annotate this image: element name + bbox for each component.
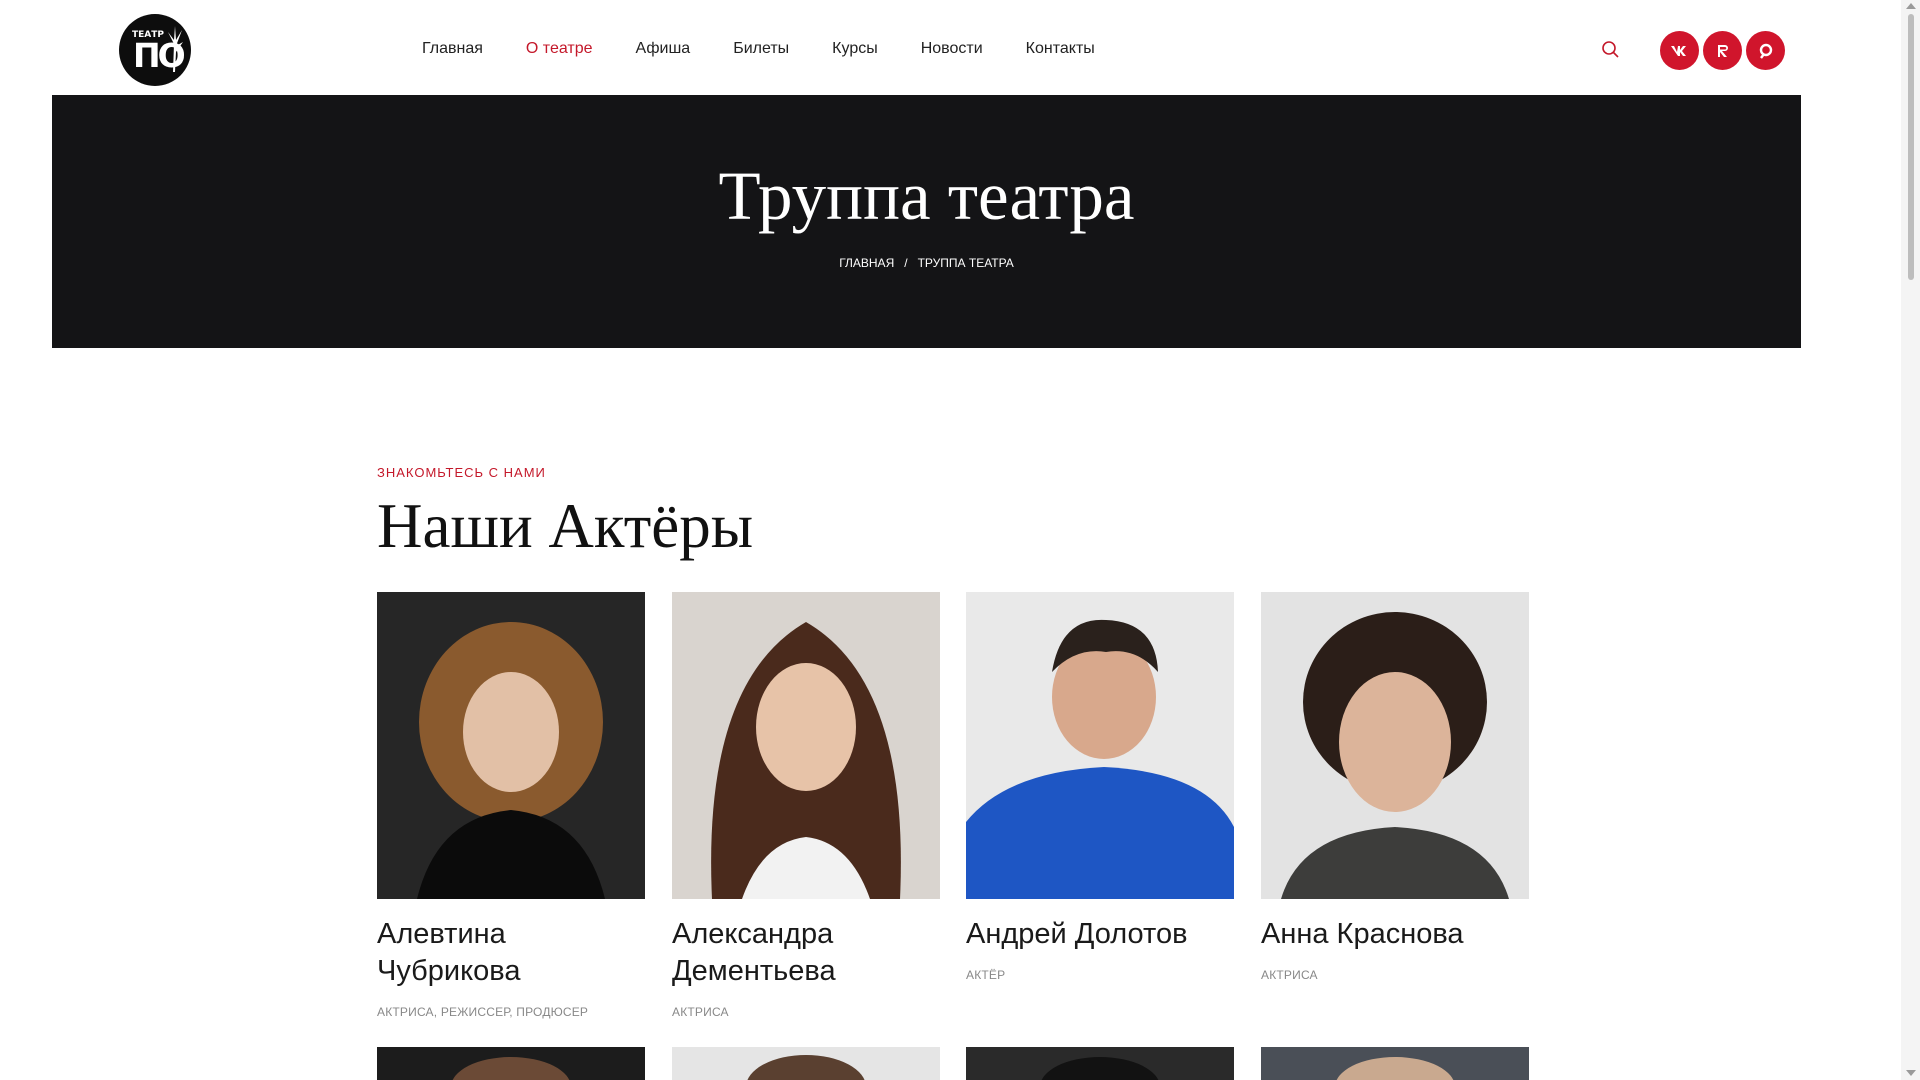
actor-name[interactable]: Анна Краснова (1261, 916, 1529, 953)
actor-photo[interactable] (966, 592, 1234, 899)
section-title: Наши Актёры (377, 491, 754, 561)
actor-card[interactable]: Алевтина Чубрикова Актриса, режиссер, пр… (377, 592, 645, 1019)
nav-item-about[interactable]: О театре (526, 40, 593, 58)
nav-item-playbill[interactable]: Афиша (636, 40, 691, 58)
actor-name[interactable]: Александра Дементьева (672, 916, 940, 990)
breadcrumb-home[interactable]: Главная (839, 256, 894, 270)
section-eyebrow: Знакомьтесь с нами (377, 465, 546, 480)
actor-photo[interactable] (1261, 592, 1529, 899)
search-icon[interactable] (1601, 40, 1621, 60)
social-links (1660, 31, 1785, 70)
scroll-thumb[interactable] (1908, 14, 1914, 280)
actor-photo-partial[interactable] (672, 1047, 940, 1080)
actor-role: Актёр (966, 968, 1006, 982)
actor-name[interactable]: Андрей Долотов (966, 916, 1234, 953)
page-hero: Труппа театра Главная / Труппа театра (52, 95, 1801, 348)
main-nav: Главная О театре Афиша Билеты Курсы Ново… (422, 40, 1138, 58)
nav-item-news[interactable]: Новости (921, 40, 983, 58)
nav-item-courses[interactable]: Курсы (832, 40, 878, 58)
actor-card[interactable]: Александра Дементьева Актриса (672, 592, 940, 1019)
site-header: ТЕАТР ПО Главная О театре Афиша Билеты К… (0, 0, 1900, 94)
theatre-logo[interactable]: ТЕАТР ПО (119, 14, 191, 86)
actor-photo-partial[interactable] (966, 1047, 1234, 1080)
rutube-icon[interactable] (1703, 31, 1742, 70)
ok-icon[interactable] (1746, 31, 1785, 70)
breadcrumb: Главная / Труппа театра (52, 256, 1801, 270)
nav-item-home[interactable]: Главная (422, 40, 483, 58)
actor-card[interactable]: Андрей Долотов Актёр (966, 592, 1234, 982)
actor-photo-partial[interactable] (1261, 1047, 1529, 1080)
page-title: Труппа театра (718, 158, 1135, 234)
actor-role: Актриса, режиссер, продюсер (377, 1005, 589, 1019)
page-scrollbar[interactable] (1901, 0, 1920, 1080)
actor-photo[interactable] (377, 592, 645, 899)
actor-name[interactable]: Алевтина Чубрикова (377, 916, 645, 990)
nav-item-contacts[interactable]: Контакты (1026, 40, 1095, 58)
scroll-up-arrow-icon[interactable] (1906, 3, 1916, 9)
logo-tree-icon (168, 26, 183, 72)
actor-photo-partial[interactable] (377, 1047, 645, 1080)
breadcrumb-separator: / (904, 256, 908, 270)
actor-role: Актриса (672, 1005, 729, 1019)
scroll-down-arrow-icon[interactable] (1906, 1070, 1916, 1076)
vk-icon[interactable] (1660, 31, 1699, 70)
actor-role: Актриса (1261, 968, 1318, 982)
actor-photo[interactable] (672, 592, 940, 899)
actor-card[interactable]: Анна Краснова Актриса (1261, 592, 1529, 982)
nav-item-tickets[interactable]: Билеты (733, 40, 789, 58)
breadcrumb-current: Труппа театра (917, 256, 1014, 270)
